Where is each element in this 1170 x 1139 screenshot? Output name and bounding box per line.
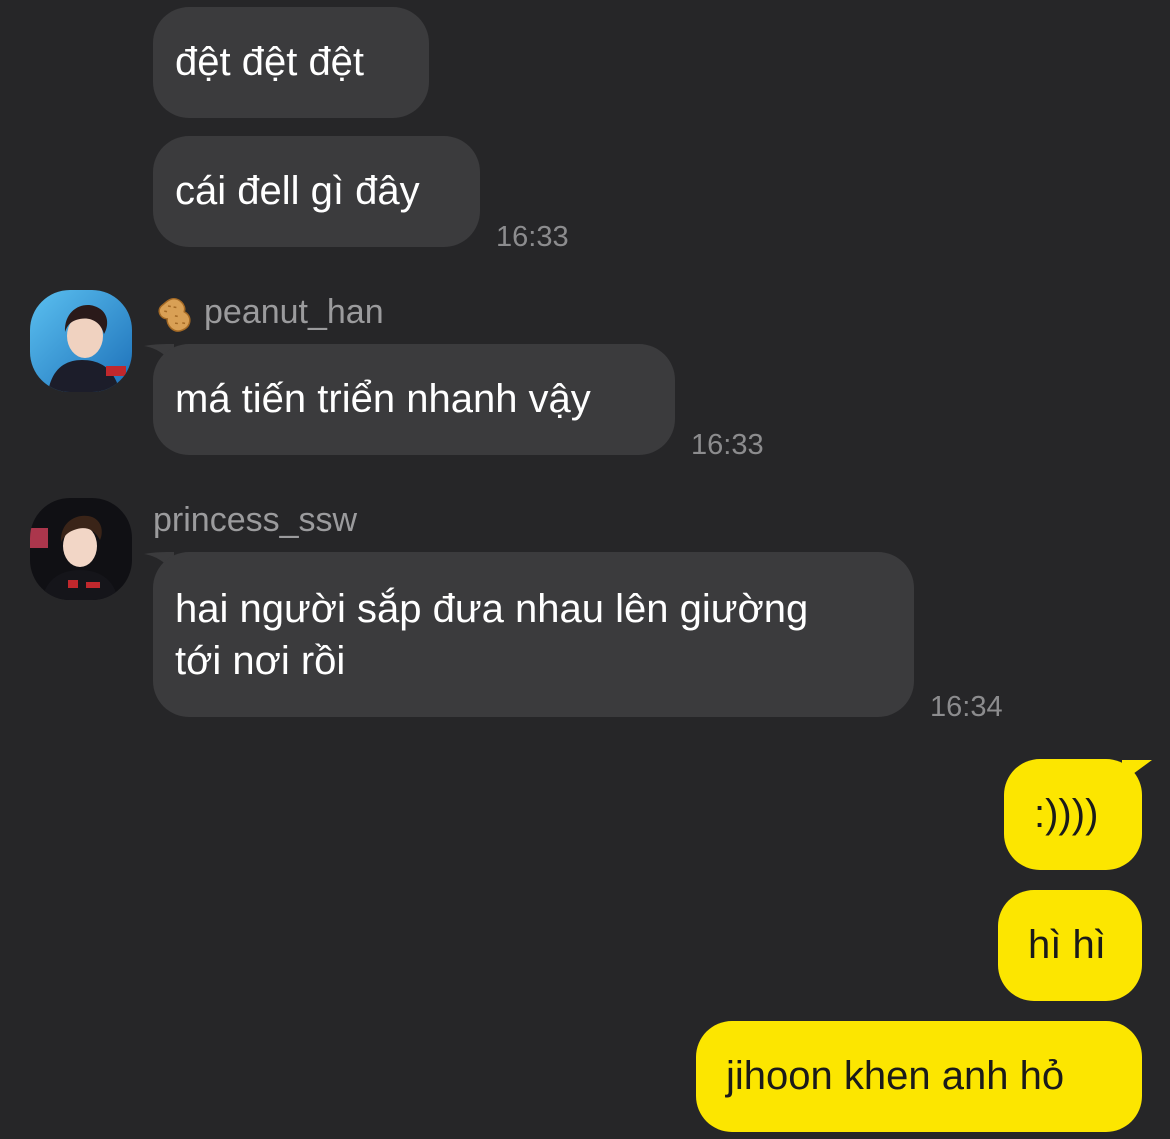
avatar-princess-ssw[interactable] (30, 498, 132, 600)
outgoing-message-bubble[interactable]: hì hì (998, 890, 1142, 1001)
incoming-message-bubble[interactable]: hai người sắp đưa nhau lên giường tới nơ… (153, 552, 914, 717)
message-timestamp: 16:33 (691, 429, 764, 461)
incoming-message-bubble[interactable]: cái đell gì đây (153, 136, 480, 247)
message-timestamp: 16:34 (930, 691, 1003, 723)
chat-thread[interactable]: đệt đệt đệt cái đell gì đây 16:33 peanut… (0, 0, 1170, 1139)
profile-photo-icon (30, 290, 132, 392)
incoming-message-bubble[interactable]: đệt đệt đệt (153, 7, 429, 118)
outgoing-message-bubble[interactable]: :)))) (1004, 759, 1142, 870)
peanut-icon (156, 291, 202, 335)
incoming-message-bubble[interactable]: má tiến triển nhanh vậy (153, 344, 675, 455)
message-timestamp: 16:33 (496, 221, 569, 253)
sender-name: peanut_han (204, 293, 384, 331)
outgoing-message-bubble[interactable]: jihoon khen anh hỏ (696, 1021, 1142, 1132)
sender-name: princess_ssw (153, 501, 358, 539)
avatar-peanut-han[interactable] (30, 290, 132, 392)
profile-photo-icon (30, 498, 132, 600)
